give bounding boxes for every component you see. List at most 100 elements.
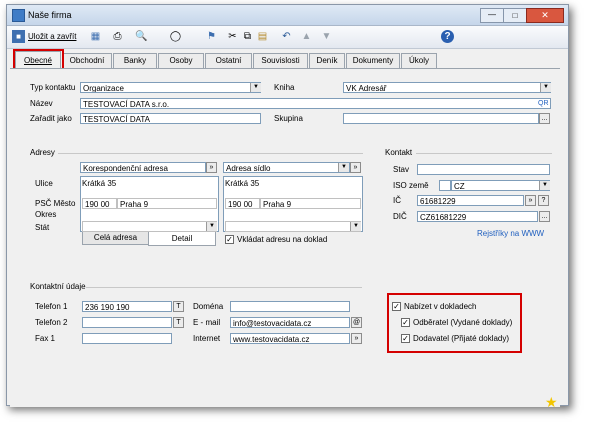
- left-stat-select[interactable]: [82, 221, 217, 232]
- skupina-browse-button[interactable]: ...: [539, 113, 550, 124]
- skupina-label: Skupina: [274, 114, 303, 123]
- telefon1-field[interactable]: 236 190 190: [82, 301, 172, 312]
- dic-field[interactable]: CZ61681229: [417, 211, 538, 222]
- dic-browse-button[interactable]: ...: [539, 211, 550, 222]
- zaradit-field[interactable]: TESTOVACÍ DATA: [80, 113, 261, 124]
- tab-denik[interactable]: Deník: [309, 53, 345, 68]
- typ-kontaktu-select[interactable]: Organizace: [80, 82, 261, 93]
- minimize-icon[interactable]: —: [480, 8, 504, 23]
- telefon2-label: Telefon 2: [35, 318, 68, 327]
- tab-ostatni[interactable]: Ostatní: [205, 53, 252, 68]
- chevron-down-icon[interactable]: ▼: [338, 163, 349, 172]
- left-mesto-field[interactable]: Praha 9: [117, 198, 217, 209]
- chevron-down-icon[interactable]: ▼: [350, 222, 361, 231]
- nazev-label: Název: [30, 99, 53, 108]
- title-bar: Naše firma — □ ✕: [7, 5, 568, 26]
- iso-code-field[interactable]: [439, 180, 451, 191]
- right-mesto-field[interactable]: Praha 9: [260, 198, 361, 209]
- zaradit-label: Zařadit jako: [30, 114, 72, 123]
- vkladat-checkbox[interactable]: ✓: [225, 235, 234, 244]
- app-icon: [12, 9, 25, 22]
- domena-field[interactable]: [230, 301, 350, 312]
- chevron-down-icon[interactable]: ▼: [206, 222, 217, 231]
- kontaktni-udaje-divider: [86, 287, 362, 288]
- tab-ukoly[interactable]: Úkoly: [401, 53, 437, 68]
- chevron-down-icon[interactable]: ▼: [250, 83, 261, 92]
- up-arrow-icon[interactable]: ▲: [300, 30, 313, 43]
- chevron-down-icon[interactable]: ▼: [539, 181, 550, 190]
- ic-lookup-button[interactable]: »: [525, 195, 536, 206]
- tab-osoby[interactable]: Osoby: [158, 53, 204, 68]
- kontakt-divider: [416, 153, 552, 154]
- tab-obchodni[interactable]: Obchodní: [62, 53, 112, 68]
- undo-icon[interactable]: ↶: [280, 30, 293, 43]
- flag-icon[interactable]: ⚑: [205, 30, 218, 43]
- tab-souvislosti[interactable]: Souvislosti: [253, 53, 308, 68]
- skupina-field[interactable]: [343, 113, 539, 124]
- right-ulice-value[interactable]: Krátká 35: [225, 179, 259, 189]
- domena-label: Doména: [193, 302, 224, 311]
- qr-button[interactable]: QR: [538, 99, 549, 109]
- typ-kontaktu-label: Typ kontaktu: [30, 83, 76, 92]
- tab-cela-adresa[interactable]: Celá adresa: [82, 232, 149, 245]
- kontaktni-udaje-heading: Kontaktní údaje: [30, 282, 86, 291]
- chevron-down-icon[interactable]: ▼: [540, 83, 551, 92]
- kniha-label: Kniha: [274, 83, 295, 92]
- left-address-type-select[interactable]: Korespondenční adresa: [80, 162, 206, 173]
- left-ulice-value[interactable]: Krátká 35: [82, 179, 116, 189]
- save-close-button[interactable]: Uložit a zavřít: [28, 32, 76, 42]
- rejstriky-link[interactable]: Rejstříky na WWW: [477, 229, 544, 239]
- stav-field[interactable]: [417, 164, 550, 175]
- telefon2-call-button[interactable]: T: [173, 317, 184, 328]
- down-arrow-icon[interactable]: ▼: [320, 30, 333, 43]
- right-psc-field[interactable]: 190 00: [225, 198, 260, 209]
- stav-label: Stav: [393, 165, 410, 174]
- left-address-expand-button[interactable]: »: [206, 162, 217, 173]
- window: Naše firma — □ ✕ ■ Uložit a zavřít ▦ ⎙ 🔍…: [6, 4, 569, 410]
- save-icon[interactable]: ■: [12, 30, 25, 43]
- telefon1-call-button[interactable]: T: [173, 301, 184, 312]
- window-title: Naše firma: [28, 10, 72, 20]
- copy-icon[interactable]: ⧉: [241, 30, 254, 43]
- ic-help-button[interactable]: ?: [538, 195, 549, 206]
- psc-mesto-label: PSČ Město: [35, 199, 76, 208]
- iso-label: ISO země: [393, 181, 429, 190]
- fax-label: Fax 1: [35, 334, 56, 343]
- preview-icon[interactable]: 🔍: [135, 30, 148, 43]
- print-icon[interactable]: ⎙: [111, 30, 124, 43]
- floppy-icon[interactable]: ▦: [89, 30, 102, 43]
- right-address-type-select[interactable]: Adresa sídlo: [223, 162, 350, 173]
- toolbar: ■ Uložit a zavřít ▦ ⎙ 🔍 ◯ ⚑ ✂ ⧉ ▤ ↶ ▲ ▼ …: [7, 26, 568, 49]
- fax-field[interactable]: [82, 333, 172, 344]
- email-send-button[interactable]: @: [351, 317, 362, 328]
- ic-label: IČ: [393, 196, 401, 205]
- maximize-icon[interactable]: □: [503, 8, 527, 23]
- right-stat-select[interactable]: [225, 221, 361, 232]
- kontakt-heading: Kontakt: [385, 148, 413, 157]
- paste-icon[interactable]: ▤: [256, 30, 269, 43]
- nazev-field[interactable]: TESTOVACÍ DATA s.r.o.: [80, 98, 551, 109]
- right-address-expand-button[interactable]: »: [350, 162, 361, 173]
- tab-banky[interactable]: Banky: [113, 53, 157, 68]
- cut-icon[interactable]: ✂: [226, 30, 239, 43]
- internet-label: Internet: [193, 334, 221, 343]
- telefon2-field[interactable]: [82, 317, 172, 328]
- close-icon[interactable]: ✕: [526, 8, 564, 23]
- vkladat-label: Vkládat adresu na doklad: [237, 235, 328, 244]
- left-psc-field[interactable]: 190 00: [82, 198, 117, 209]
- help-icon[interactable]: ?: [441, 30, 454, 43]
- iso-select[interactable]: CZ: [451, 180, 550, 191]
- adresy-heading: Adresy: [30, 148, 55, 157]
- general-panel: Typ kontaktu Organizace ▼ Kniha VK Adres…: [10, 68, 560, 410]
- adresy-divider: [58, 153, 363, 154]
- attach-icon[interactable]: ◯: [169, 30, 182, 43]
- highlight-doklady: [387, 293, 522, 353]
- internet-field[interactable]: www.testovacidata.cz: [230, 333, 350, 344]
- internet-open-button[interactable]: »: [351, 333, 362, 344]
- ic-field[interactable]: 61681229: [417, 195, 524, 206]
- email-field[interactable]: info@testovacidata.cz: [230, 317, 350, 328]
- kniha-select[interactable]: VK Adresář: [343, 82, 551, 93]
- tab-detail[interactable]: Detail: [148, 232, 216, 246]
- tab-dokumenty[interactable]: Dokumenty: [346, 53, 400, 68]
- star-icon: ★: [545, 394, 558, 410]
